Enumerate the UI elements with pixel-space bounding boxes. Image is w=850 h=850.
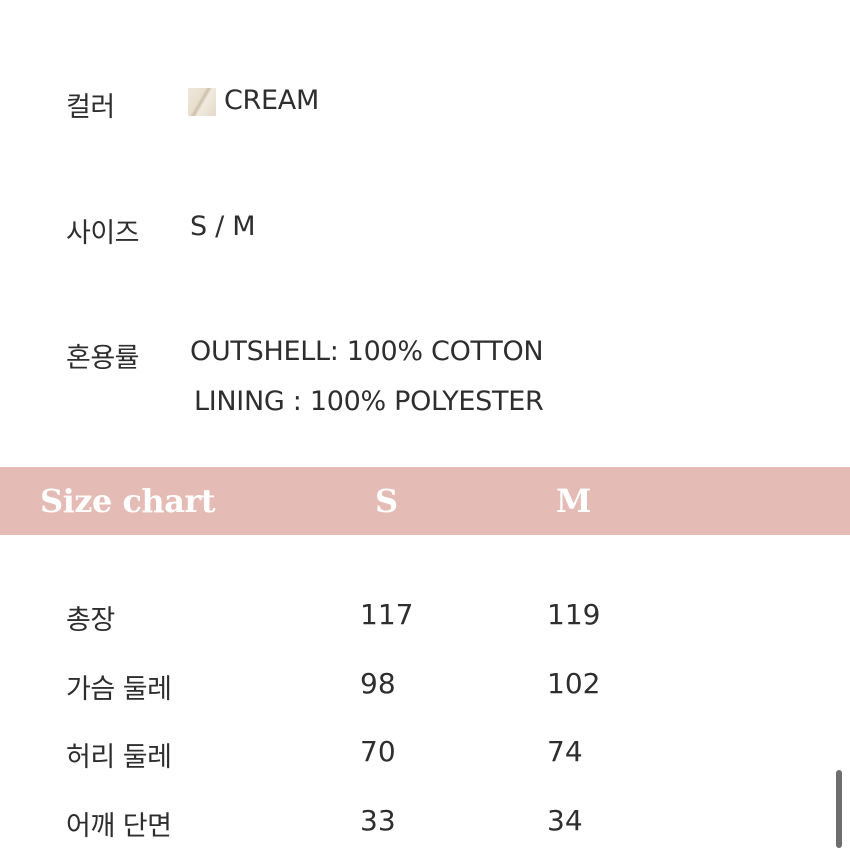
composition-outshell: OUTSHELL: 100% COTTON <box>190 336 544 367</box>
row-label-shoulder: 어깨 단면 <box>66 811 172 842</box>
cell-shoulder-m: 34 <box>547 804 583 837</box>
size-chart-title: Size chart <box>40 482 216 520</box>
cell-length-m: 119 <box>547 598 601 631</box>
column-header-m: M <box>556 482 591 520</box>
row-label-length: 총장 <box>66 605 115 636</box>
row-label-waist: 허리 둘레 <box>66 742 172 773</box>
composition-label: 혼용률 <box>66 343 140 374</box>
cream-color-swatch <box>188 88 216 116</box>
cell-length-s: 117 <box>360 598 414 631</box>
cell-chest-m: 102 <box>547 667 601 700</box>
column-header-s: S <box>375 482 398 520</box>
cell-waist-s: 70 <box>360 735 396 768</box>
color-label: 컬러 <box>66 92 115 123</box>
scrollbar-thumb[interactable] <box>836 770 842 848</box>
composition-lining: LINING : 100% POLYESTER <box>194 386 544 417</box>
size-value: S / M <box>190 211 256 242</box>
row-label-chest: 가슴 둘레 <box>66 674 172 705</box>
cell-chest-s: 98 <box>360 667 396 700</box>
cell-waist-m: 74 <box>547 735 583 768</box>
size-chart-header: Size chart S M <box>0 467 850 535</box>
color-value: CREAM <box>224 85 319 116</box>
size-label: 사이즈 <box>66 218 140 249</box>
cell-shoulder-s: 33 <box>360 804 396 837</box>
